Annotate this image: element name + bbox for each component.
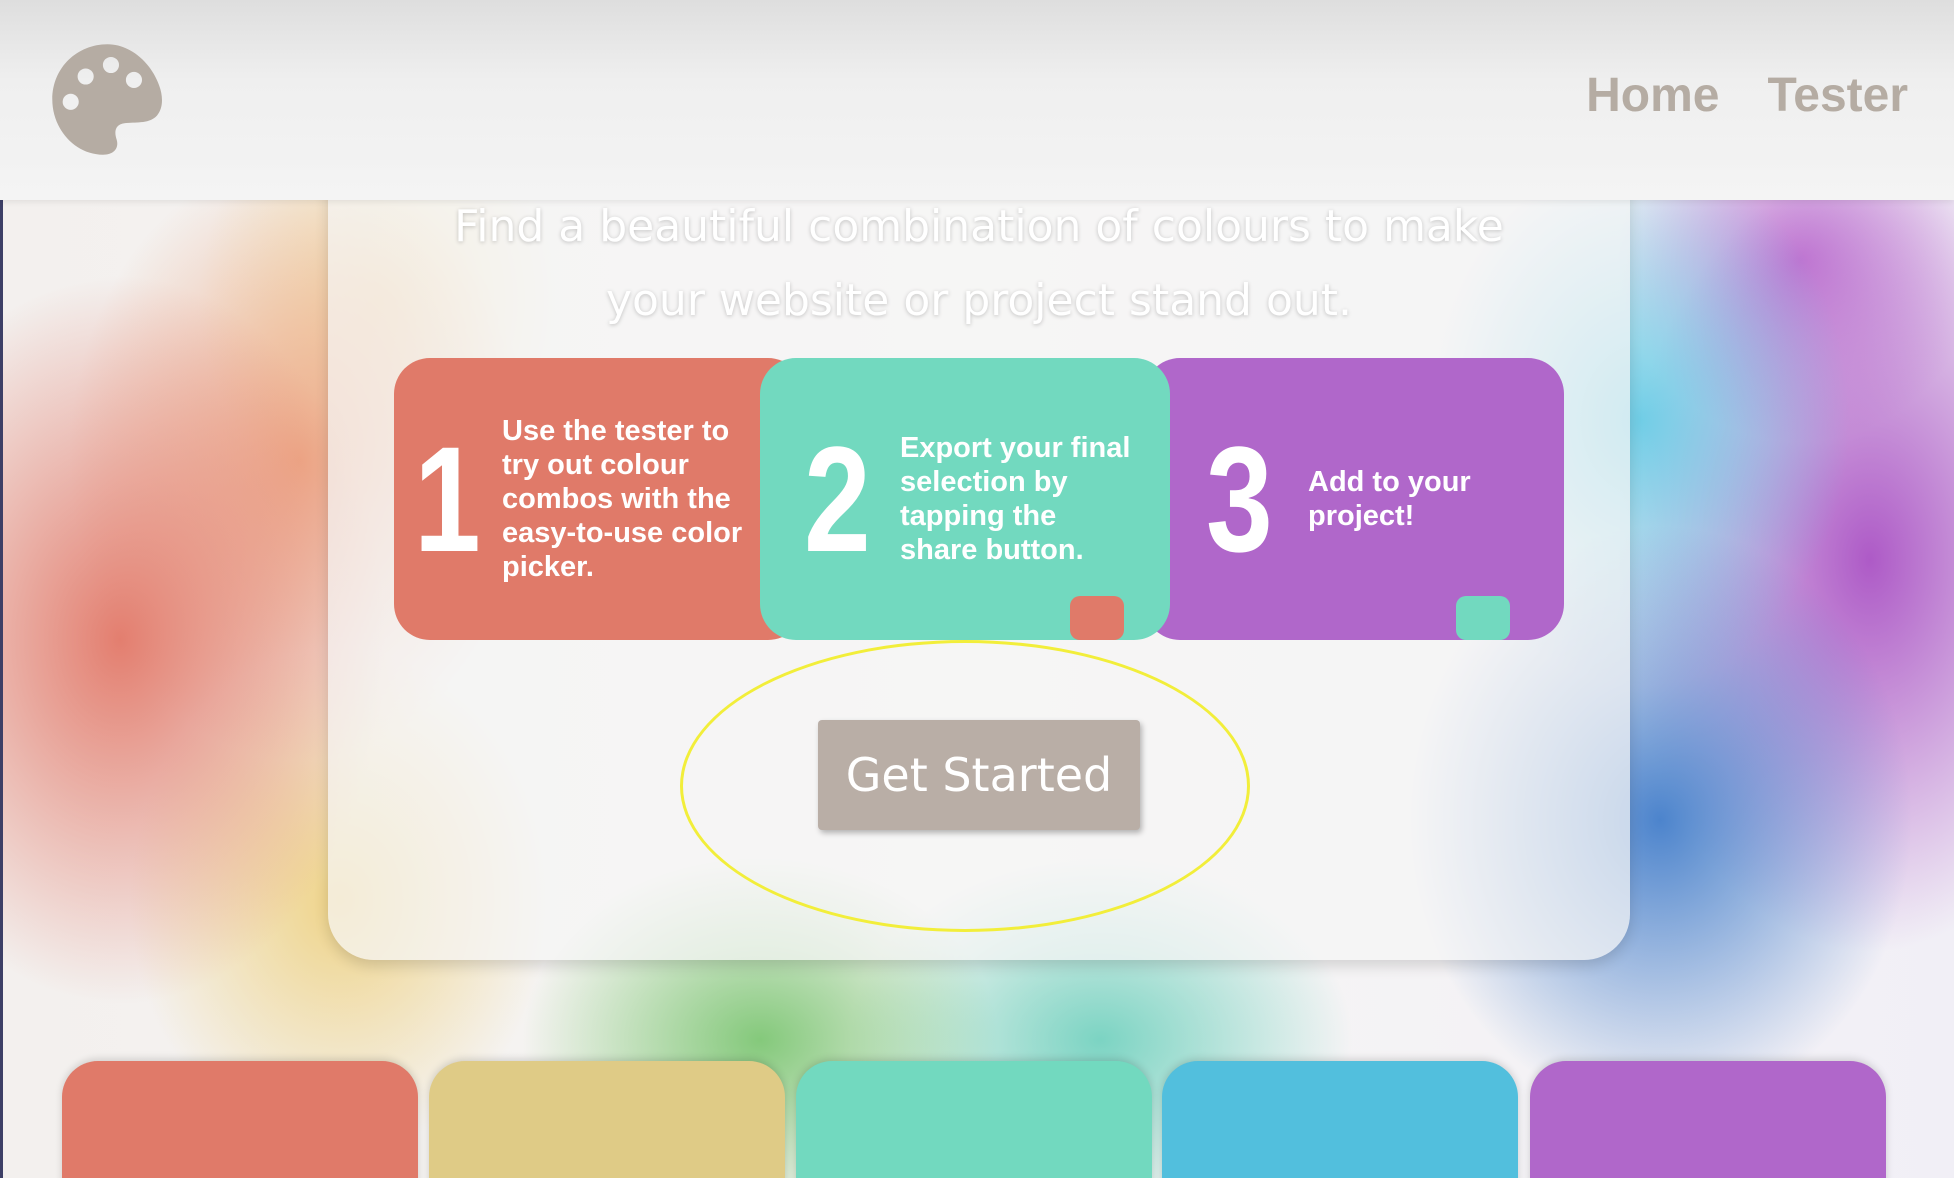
nav-link-tester[interactable]: Tester [1767, 68, 1908, 123]
palette-icon[interactable] [50, 42, 165, 157]
palette-icon-graphic [52, 44, 162, 155]
colour-swatches [62, 1061, 1888, 1178]
tagline: Find a beautiful combination of colours … [328, 190, 1630, 338]
swatch-red[interactable] [62, 1061, 418, 1178]
step-1-card: 1 Use the tester to try out colour combo… [394, 358, 804, 640]
swatch-teal[interactable] [796, 1061, 1152, 1178]
puzzle-connector-2 [1456, 596, 1510, 640]
step-1-number: 1 [414, 415, 481, 583]
step-2-number: 2 [804, 415, 871, 583]
swatch-blue[interactable] [1162, 1061, 1518, 1178]
page: Home Tester Find a beautiful combination… [0, 0, 1954, 1178]
get-started-button[interactable]: Get Started [818, 720, 1140, 830]
nav-link-home[interactable]: Home [1586, 68, 1719, 123]
step-3-text: Add to your project! [1308, 466, 1471, 532]
tagline-line-2: your website or project stand out. [605, 275, 1353, 326]
swatch-purple[interactable] [1530, 1061, 1886, 1178]
step-1-text: Use the tester to try out colour combos … [502, 415, 743, 583]
main-nav: Home Tester [1586, 68, 1908, 123]
step-3-number: 3 [1206, 415, 1273, 583]
swatch-yellow[interactable] [429, 1061, 785, 1178]
tagline-line-1: Find a beautiful combination of colours … [454, 201, 1504, 252]
step-2-text: Export your final selection by tapping t… [900, 432, 1131, 566]
site-header: Home Tester [0, 0, 1954, 200]
puzzle-connector-1 [1070, 596, 1124, 640]
intro-card: Find a beautiful combination of colours … [328, 120, 1630, 960]
